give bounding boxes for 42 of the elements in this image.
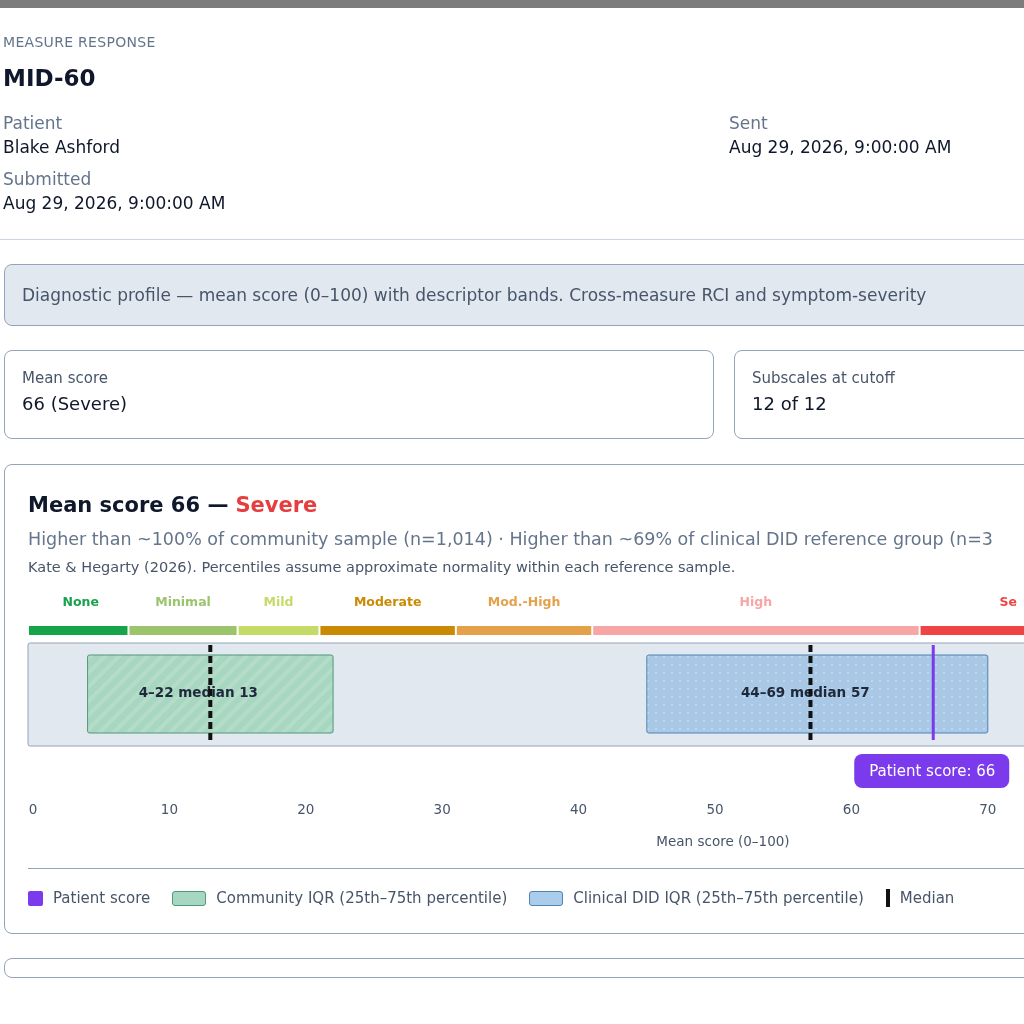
stat-label: Subscales at cutoff xyxy=(752,369,896,387)
axis-tick-label: 10 xyxy=(160,801,178,817)
community-legend-swatch xyxy=(172,890,207,906)
severity-label: Severe xyxy=(235,493,318,517)
band-label: Moderate xyxy=(353,594,422,609)
stat-value: 12 of 12 xyxy=(752,393,828,414)
stat-label: Mean score xyxy=(22,369,109,387)
percentile-summary: Higher than ~100% of community sample (n=1,014) · Higher than ~69% of clinical DID reference group (n=3 xyxy=(28,529,994,549)
source-note: Kate & Hegarty (2026). Percentiles assume approximate normality within each reference sample. xyxy=(28,559,737,575)
patient-legend-swatch xyxy=(28,890,43,906)
median-legend-swatch xyxy=(885,889,890,907)
field-value: Blake Ashford xyxy=(3,137,122,157)
clinical-legend-swatch xyxy=(529,890,564,906)
axis-tick-label: 70 xyxy=(979,801,997,817)
band-label: None xyxy=(62,594,99,609)
axis-tick-label: 30 xyxy=(433,801,451,817)
info-banner: Diagnostic profile — mean score (0–100) with descriptor bands. Cross-measure RCI and symptom-severity xyxy=(4,264,1024,326)
axis-tick-label: 20 xyxy=(297,801,315,817)
axis-title: Mean score (0–100) xyxy=(656,833,790,849)
field-label: Sent xyxy=(729,113,769,133)
field-label: Submitted xyxy=(3,169,93,189)
axis-tick-label: 60 xyxy=(842,801,860,817)
legend-label: Patient score xyxy=(53,889,151,907)
band-label: Minimal xyxy=(155,594,211,609)
profile-title: Mean score 66 — xyxy=(28,493,229,517)
field-label: Patient xyxy=(3,113,64,133)
axis-tick-label: 40 xyxy=(570,801,588,817)
field-value: Aug 29, 2026, 9:00:00 AM xyxy=(3,193,227,213)
legend-label: Community IQR (25th–75th percentile) xyxy=(216,889,508,907)
patient-score-badge: Patient score: 66 xyxy=(854,754,1010,788)
field-value: Aug 29, 2026, 9:00:00 AM xyxy=(729,137,953,157)
legend-label: Median xyxy=(899,889,955,907)
band-label: High xyxy=(739,594,773,609)
measure-title: MID-60 xyxy=(3,65,96,91)
band-label: Mild xyxy=(263,594,294,609)
section-label: MEASURE RESPONSE xyxy=(3,34,156,50)
band-label: Se xyxy=(999,594,1017,609)
axis-tick-label: 50 xyxy=(706,801,724,817)
axis-tick-label: 0 xyxy=(28,801,38,817)
legend-label: Clinical DID IQR (25th–75th percentile) xyxy=(573,889,864,907)
band-label: Mod.-High xyxy=(487,594,561,609)
stat-value: 66 (Severe) xyxy=(22,393,128,414)
